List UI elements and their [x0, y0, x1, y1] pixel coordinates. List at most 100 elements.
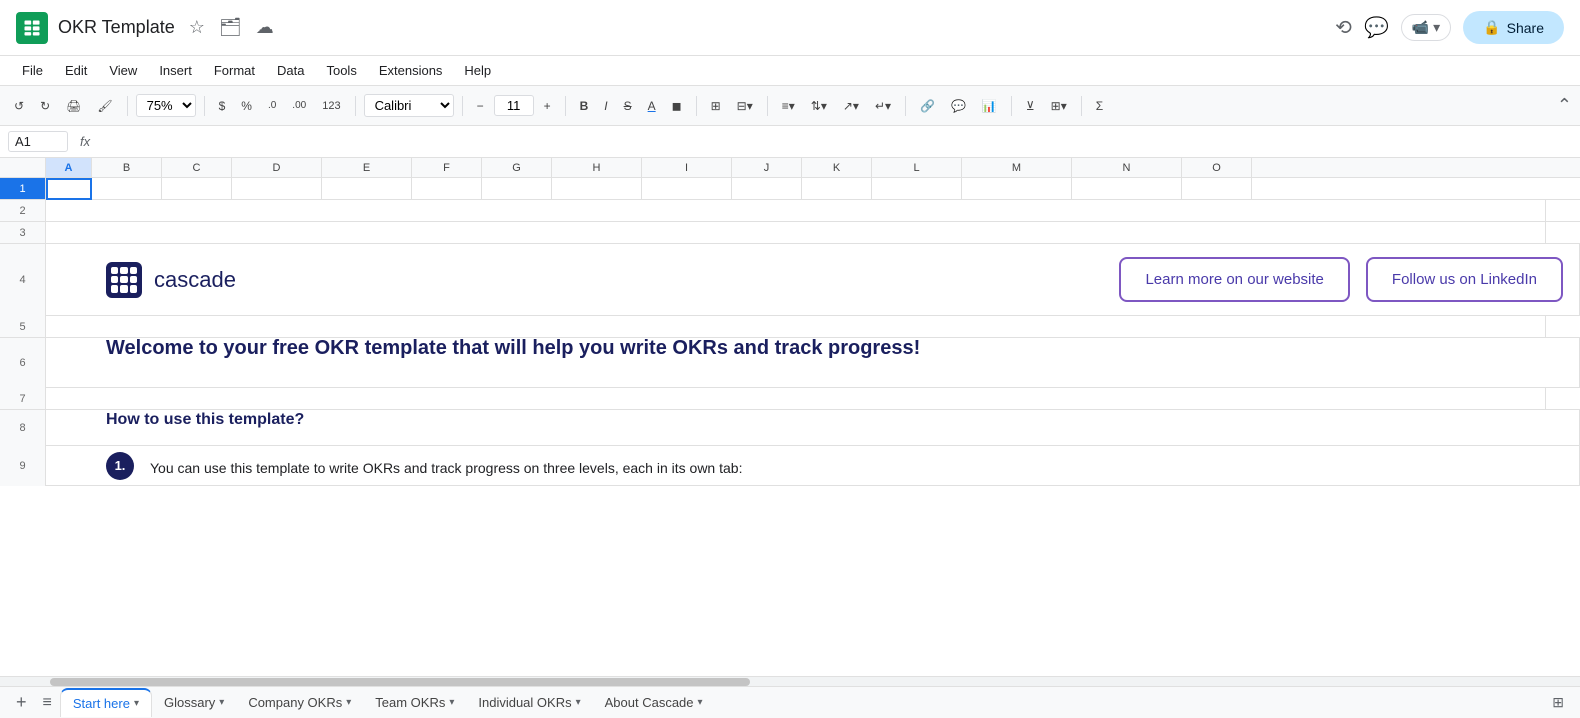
toolbar-collapse-button[interactable]: ⌃	[1557, 95, 1572, 116]
link-button[interactable]: 🔗	[914, 96, 941, 116]
tab-company-okrs[interactable]: Company OKRs ▾	[236, 689, 363, 716]
currency-button[interactable]: $	[213, 96, 232, 116]
share-button[interactable]: 🔒 Share	[1463, 11, 1564, 44]
dec-decimals-button[interactable]: .0	[262, 97, 282, 114]
tab-company-okrs-arrow[interactable]: ▾	[346, 697, 351, 708]
tab-company-okrs-label: Company OKRs	[248, 695, 342, 710]
cell-g1[interactable]	[482, 178, 552, 200]
tab-individual-okrs-arrow[interactable]: ▾	[576, 697, 581, 708]
menu-data[interactable]: Data	[267, 59, 314, 82]
menu-help[interactable]: Help	[454, 59, 501, 82]
comment-button[interactable]: 💬	[945, 96, 972, 116]
tab-about-cascade-arrow[interactable]: ▾	[698, 697, 703, 708]
cell-l1[interactable]	[872, 178, 962, 200]
v-align-button[interactable]: ⇅▾	[805, 96, 833, 116]
cell-o1[interactable]	[1182, 178, 1252, 200]
cell-j1[interactable]	[732, 178, 802, 200]
cell-a2[interactable]	[46, 200, 1546, 222]
print-button[interactable]: 🖨	[60, 96, 87, 116]
menu-tools[interactable]: Tools	[316, 59, 366, 82]
cloud-icon[interactable]: ☁	[256, 17, 274, 38]
formula-input[interactable]	[98, 134, 1572, 149]
bold-button[interactable]: B	[574, 96, 595, 116]
inc-decimals-button[interactable]: .00	[286, 97, 312, 114]
cascade-name-text: cascade	[154, 267, 236, 293]
tab-start-here[interactable]: Start here ▾	[60, 688, 152, 717]
text-wrap-button[interactable]: ↵▾	[869, 96, 897, 116]
add-sheet-button[interactable]: +	[8, 692, 35, 713]
cell-m1[interactable]	[962, 178, 1072, 200]
merge-button[interactable]: ⊟▾	[731, 96, 759, 116]
tab-team-okrs[interactable]: Team OKRs ▾	[363, 689, 466, 716]
row-num-2: 2	[0, 200, 46, 221]
cell-a3[interactable]	[46, 222, 1546, 244]
text-rotate-button[interactable]: ↗▾	[837, 96, 865, 116]
menu-view[interactable]: View	[99, 59, 147, 82]
font-size-input[interactable]	[494, 95, 534, 116]
paint-format-button[interactable]: 🖌	[91, 96, 118, 116]
col-header-d: D	[232, 158, 322, 177]
chart-button[interactable]: 📊	[976, 96, 1003, 116]
borders-button[interactable]: ⊞	[705, 96, 727, 116]
menu-insert[interactable]: Insert	[149, 59, 202, 82]
cell-d1[interactable]	[232, 178, 322, 200]
cell-i1[interactable]	[642, 178, 732, 200]
cell-a1[interactable]	[46, 178, 92, 200]
zoom-select[interactable]: 75%100%50%	[136, 94, 196, 117]
h-align-button[interactable]: ≡▾	[776, 96, 801, 116]
cell-h1[interactable]	[552, 178, 642, 200]
cell-f1[interactable]	[412, 178, 482, 200]
sep9	[1011, 96, 1012, 116]
tab-glossary-arrow[interactable]: ▾	[219, 697, 224, 708]
star-icon[interactable]: ☆	[189, 17, 205, 38]
tab-glossary[interactable]: Glossary ▾	[152, 689, 236, 716]
tab-start-here-arrow[interactable]: ▾	[134, 698, 139, 709]
linkedin-button[interactable]: Follow us on LinkedIn	[1366, 257, 1563, 302]
menu-file[interactable]: File	[12, 59, 53, 82]
sheet-menu-button[interactable]: ≡	[35, 694, 60, 712]
cell-ref-input[interactable]	[8, 131, 68, 152]
cell-n1[interactable]	[1072, 178, 1182, 200]
cell-k1[interactable]	[802, 178, 872, 200]
font-size-increase-button[interactable]: +	[538, 96, 557, 116]
tab-individual-okrs[interactable]: Individual OKRs ▾	[466, 689, 592, 716]
cell-a7[interactable]	[46, 388, 1546, 410]
menu-format[interactable]: Format	[204, 59, 265, 82]
tab-about-cascade[interactable]: About Cascade ▾	[593, 689, 715, 716]
font-size-decrease-button[interactable]: −	[471, 96, 490, 116]
undo-button[interactable]: ↺	[8, 96, 30, 116]
percent-button[interactable]: %	[235, 96, 258, 116]
filter-button[interactable]: ⊻	[1020, 96, 1041, 116]
learn-more-button[interactable]: Learn more on our website	[1119, 257, 1349, 302]
formula-bar: fx	[0, 126, 1580, 158]
cell-b1[interactable]	[92, 178, 162, 200]
format123-button[interactable]: 123	[316, 97, 346, 115]
drive-icon[interactable]: 🗂	[219, 17, 242, 38]
cell-e1[interactable]	[322, 178, 412, 200]
h-scroll-thumb[interactable]	[50, 678, 750, 686]
text-color-button[interactable]: A	[642, 96, 662, 116]
more-formats-button[interactable]: ⊞▾	[1045, 96, 1073, 116]
font-name-select[interactable]: Calibri	[364, 94, 454, 117]
cell-a5[interactable]	[46, 316, 1546, 338]
redo-button[interactable]: ↻	[34, 96, 56, 116]
logo-dot	[111, 276, 118, 283]
chat-icon[interactable]: 💬	[1364, 15, 1389, 40]
history-icon[interactable]: ⟲	[1335, 15, 1352, 40]
menu-edit[interactable]: Edit	[55, 59, 97, 82]
tab-start-here-label: Start here	[73, 696, 130, 711]
cell-c1[interactable]	[162, 178, 232, 200]
table-row: 1	[0, 178, 1580, 200]
explore-button[interactable]: ⊞	[1544, 694, 1572, 711]
fill-color-button[interactable]: ◼	[666, 96, 688, 116]
h-scroll[interactable]	[0, 676, 1580, 686]
menu-extensions[interactable]: Extensions	[369, 59, 453, 82]
meet-icon[interactable]: 📹 ▾	[1401, 14, 1451, 41]
sum-button[interactable]: Σ	[1090, 96, 1109, 116]
logo-dot	[130, 276, 137, 283]
tab-bar: + ≡ Start here ▾ Glossary ▾ Company OKRs…	[0, 686, 1580, 718]
italic-button[interactable]: I	[598, 96, 613, 116]
tab-team-okrs-arrow[interactable]: ▾	[449, 697, 454, 708]
strikethrough-button[interactable]: S	[618, 96, 638, 116]
sep4	[462, 96, 463, 116]
